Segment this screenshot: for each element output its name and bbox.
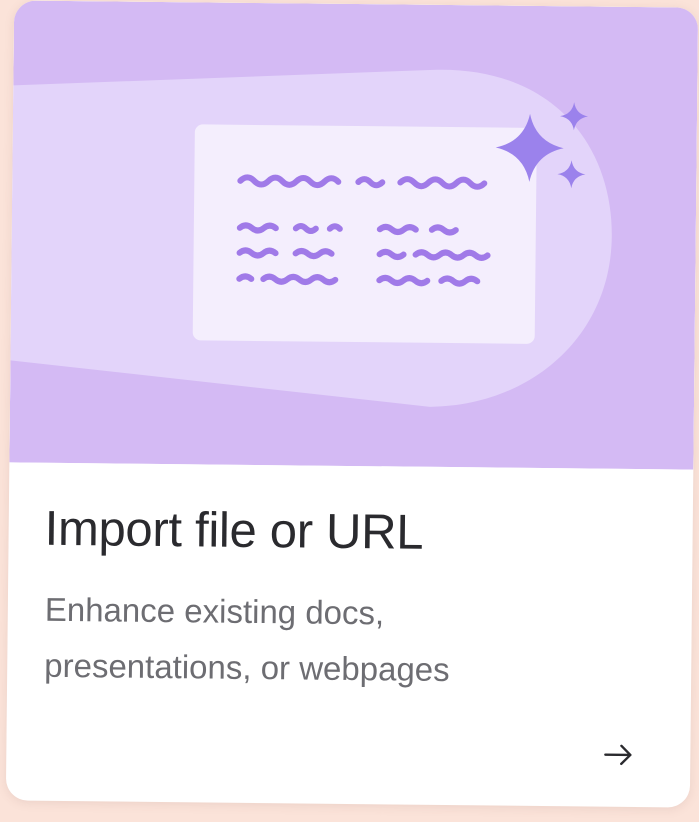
document-icon xyxy=(192,124,537,344)
card-title: Import file or URL xyxy=(44,501,424,560)
card-description-line-2: presentations, or webpages xyxy=(44,646,450,689)
import-file-or-url-card[interactable]: Import file or URL Enhance existing docs… xyxy=(5,0,699,808)
arrow-right-icon xyxy=(604,744,632,766)
continue-arrow-button[interactable] xyxy=(598,735,638,775)
card-description-line-1: Enhance existing docs, xyxy=(44,590,385,632)
import-illustration xyxy=(9,0,699,470)
